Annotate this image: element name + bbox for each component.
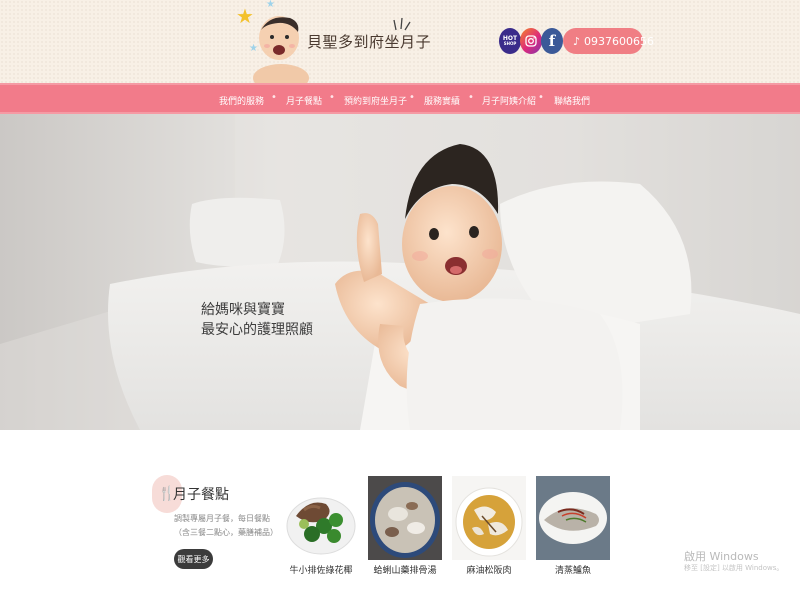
phone-number: 0937600656 xyxy=(584,34,655,48)
nav-separator: • xyxy=(409,92,415,103)
main-nav: 我們的服務 • 月子餐點 • 預約到府坐月子 • 服務實績 • 月子阿姨介紹 •… xyxy=(0,83,800,114)
food-image-pork[interactable] xyxy=(452,476,526,560)
site-header: ★ ★ ★ 貝聖多到府坐月子 HOT SHOP f ♪ 0937600656 xyxy=(0,0,800,83)
sparkle-icon xyxy=(393,17,411,31)
windows-activation-title: 啟用 Windows xyxy=(684,550,759,563)
food-label-steak[interactable]: 牛小排佐綠花椰 xyxy=(281,563,361,576)
food-image-steak[interactable] xyxy=(284,476,358,560)
nav-item-meals[interactable]: 月子餐點 xyxy=(286,94,322,107)
meals-description-line1: 調製專屬月子餐，每日餐點 xyxy=(174,514,270,523)
meals-description: 調製專屬月子餐，每日餐點 （含三餐二點心，藥膳補品） xyxy=(174,512,284,540)
hot-shop-badge-icon[interactable]: HOT SHOP xyxy=(499,28,521,54)
phone-button[interactable]: ♪ 0937600656 xyxy=(563,28,654,54)
hero-tagline: 給媽咪與寶寶 最安心的護理照顧 xyxy=(201,300,313,340)
food-photo xyxy=(452,476,526,560)
nav-item-portfolio[interactable]: 服務實績 xyxy=(424,94,460,107)
food-photo xyxy=(368,476,442,560)
meals-title: 月子餐點 xyxy=(173,487,229,503)
logo-baby-image[interactable] xyxy=(250,8,312,83)
food-image-soup[interactable] xyxy=(368,476,442,560)
nav-separator: • xyxy=(329,92,335,103)
food-label-pork[interactable]: 麻油松阪肉 xyxy=(449,563,529,576)
nav-separator: • xyxy=(538,92,544,103)
hero-tagline-line1: 給媽咪與寶寶 xyxy=(201,302,285,318)
hero-tagline-line2: 最安心的護理照顧 xyxy=(201,322,313,338)
windows-activation-hint: 移至 [設定] 以啟用 Windows。 xyxy=(684,564,784,572)
food-photo xyxy=(284,476,358,560)
food-photo xyxy=(536,476,610,560)
food-label-soup[interactable]: 蛤蜊山藥排骨湯 xyxy=(365,563,445,576)
music-note-icon: ♪ xyxy=(573,34,581,48)
hero-baby-image xyxy=(0,114,800,430)
hero-banner: 給媽咪與寶寶 最安心的護理照顧 xyxy=(0,114,800,430)
hot-badge-subtext: SHOP xyxy=(503,41,517,46)
instagram-glyph-icon xyxy=(525,35,537,47)
nav-item-nannies[interactable]: 月子阿姨介紹 xyxy=(482,94,536,107)
meals-description-line2: （含三餐二點心，藥膳補品） xyxy=(174,528,278,537)
food-label-fish[interactable]: 清蒸鱸魚 xyxy=(533,563,613,576)
view-more-button[interactable]: 觀看更多 xyxy=(174,549,213,569)
instagram-icon[interactable] xyxy=(520,28,542,54)
nav-separator: • xyxy=(468,92,474,103)
nav-item-services[interactable]: 我們的服務 xyxy=(219,94,264,107)
nav-item-booking[interactable]: 預約到府坐月子 xyxy=(344,94,407,107)
nav-separator: • xyxy=(271,92,277,103)
nav-item-contact[interactable]: 聯絡我們 xyxy=(554,94,590,107)
facebook-icon[interactable]: f xyxy=(541,28,563,54)
food-image-fish[interactable] xyxy=(536,476,610,560)
brand-title[interactable]: 貝聖多到府坐月子 xyxy=(307,31,431,52)
